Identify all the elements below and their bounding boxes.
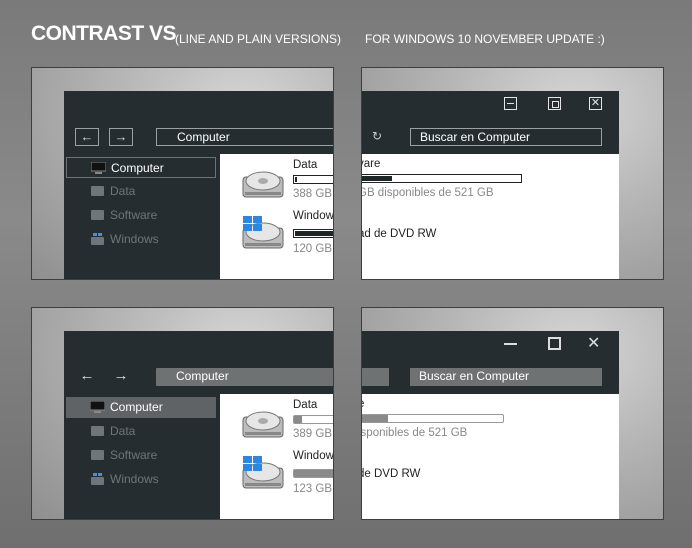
windows-drive-icon (91, 233, 104, 245)
sidebar-item-software[interactable]: Software (66, 205, 216, 226)
drive-icon (91, 210, 104, 220)
hard-drive-icon[interactable] (241, 405, 285, 440)
minimize-button[interactable] (504, 337, 517, 350)
sidebar-item-label: Data (110, 184, 136, 198)
forward-button[interactable]: → (109, 368, 133, 386)
drive-icon (91, 186, 104, 196)
drive-free-space: 123 GB (293, 483, 332, 495)
refresh-icon[interactable]: ↻ (372, 129, 382, 143)
drive-usage-bar (293, 469, 333, 478)
sidebar-item-label: Software (110, 448, 158, 462)
sidebar-item-software[interactable]: Software (66, 445, 216, 466)
drive-usage-bar (293, 229, 333, 238)
back-button[interactable]: ← (75, 128, 99, 146)
computer-icon (90, 401, 105, 413)
drive-icon (91, 426, 104, 436)
sidebar-item-windows[interactable]: Windows (66, 229, 216, 250)
windows-drive-icon (91, 473, 104, 485)
drive-free-space: GB disponibles de 521 GB (361, 187, 494, 199)
preview-plain-right: ✕ Buscar en Computer e isponibles de 521… (361, 307, 664, 520)
drives-view: e isponibles de 521 GB de DVD RW (361, 394, 619, 519)
search-input[interactable]: Buscar en Computer (410, 368, 602, 386)
drive-usage-bar (293, 415, 333, 424)
address-bar-end[interactable] (362, 368, 389, 386)
sidebar-item-label: Computer (110, 400, 163, 414)
address-bar[interactable]: Computer (156, 128, 333, 146)
windows-drive-icon[interactable] (241, 456, 285, 491)
explorer-window: ✕ Buscar en Computer e isponibles de 521… (361, 331, 619, 519)
drives-view: Data 388 GB Window 120 GB (220, 154, 334, 279)
dvd-drive-name: de DVD RW (361, 468, 421, 480)
drive-usage-bar (293, 175, 333, 184)
preview-line-left: ← → Computer Computer Data Software Wind… (31, 67, 334, 280)
sidebar-item-label: Data (110, 424, 136, 438)
windows-drive-icon[interactable] (241, 216, 285, 251)
forward-button[interactable]: → (109, 128, 133, 146)
minimize-button[interactable] (504, 97, 517, 110)
explorer-window: ✕ ↻ Buscar en Computer vare GB disponibl… (361, 91, 619, 279)
drive-name: Data (293, 399, 318, 411)
preview-line-right: ✕ ↻ Buscar en Computer vare GB disponibl… (361, 67, 664, 280)
drive-free-space: 388 GB (293, 188, 332, 200)
navigation-pane: Computer Data Software Windows (64, 154, 219, 279)
close-button[interactable]: ✕ (587, 336, 600, 352)
drive-icon (91, 450, 104, 460)
computer-icon (91, 162, 106, 174)
maximize-button[interactable] (548, 337, 561, 350)
drive-usage-bar (362, 414, 504, 423)
explorer-window: ← → Computer Computer Data Software Wind… (64, 91, 334, 279)
drive-free-space: isponibles de 521 GB (361, 427, 468, 439)
sidebar-item-windows[interactable]: Windows (66, 469, 216, 490)
page-subtitle: (LINE AND PLAIN VERSIONS) (175, 32, 342, 46)
sidebar-item-data[interactable]: Data (66, 421, 216, 442)
sidebar-item-label: Software (110, 208, 158, 222)
dvd-drive-name: ad de DVD RW (361, 228, 437, 240)
sidebar-item-label: Windows (110, 232, 159, 246)
sidebar-item-label: Windows (110, 472, 159, 486)
close-button[interactable]: ✕ (589, 97, 602, 110)
maximize-button[interactable] (548, 97, 561, 110)
search-input[interactable]: Buscar en Computer (410, 128, 602, 146)
drive-name: e (362, 398, 364, 410)
page-tagline: FOR WINDOWS 10 NOVEMBER UPDATE :) (365, 32, 605, 46)
navigation-pane: Computer Data Software Windows (64, 394, 219, 519)
drives-view: Data 389 GB Window 123 GB (220, 394, 334, 519)
preview-plain-left: ← → Computer Computer Data Software Wind… (31, 307, 334, 520)
drive-name: Window (293, 210, 334, 222)
drive-name: vare (362, 158, 381, 170)
address-bar[interactable]: Computer (156, 368, 333, 386)
sidebar-item-computer[interactable]: Computer (66, 397, 216, 418)
explorer-window: ← → Computer Computer Data Software Wind… (64, 331, 334, 519)
drive-usage-bar (362, 174, 522, 183)
sidebar-item-data[interactable]: Data (66, 181, 216, 202)
back-button[interactable]: ← (75, 368, 99, 386)
sidebar-item-label: Computer (111, 161, 164, 175)
drive-free-space: 120 GB (293, 243, 332, 255)
drives-view: vare GB disponibles de 521 GB ad de DVD … (361, 154, 619, 279)
drive-name: Window (293, 450, 334, 462)
page-title: CONTRAST VS (31, 22, 177, 45)
drive-name: Data (293, 159, 318, 171)
hard-drive-icon[interactable] (241, 165, 285, 200)
sidebar-item-computer[interactable]: Computer (66, 157, 216, 178)
drive-free-space: 389 GB (293, 428, 332, 440)
